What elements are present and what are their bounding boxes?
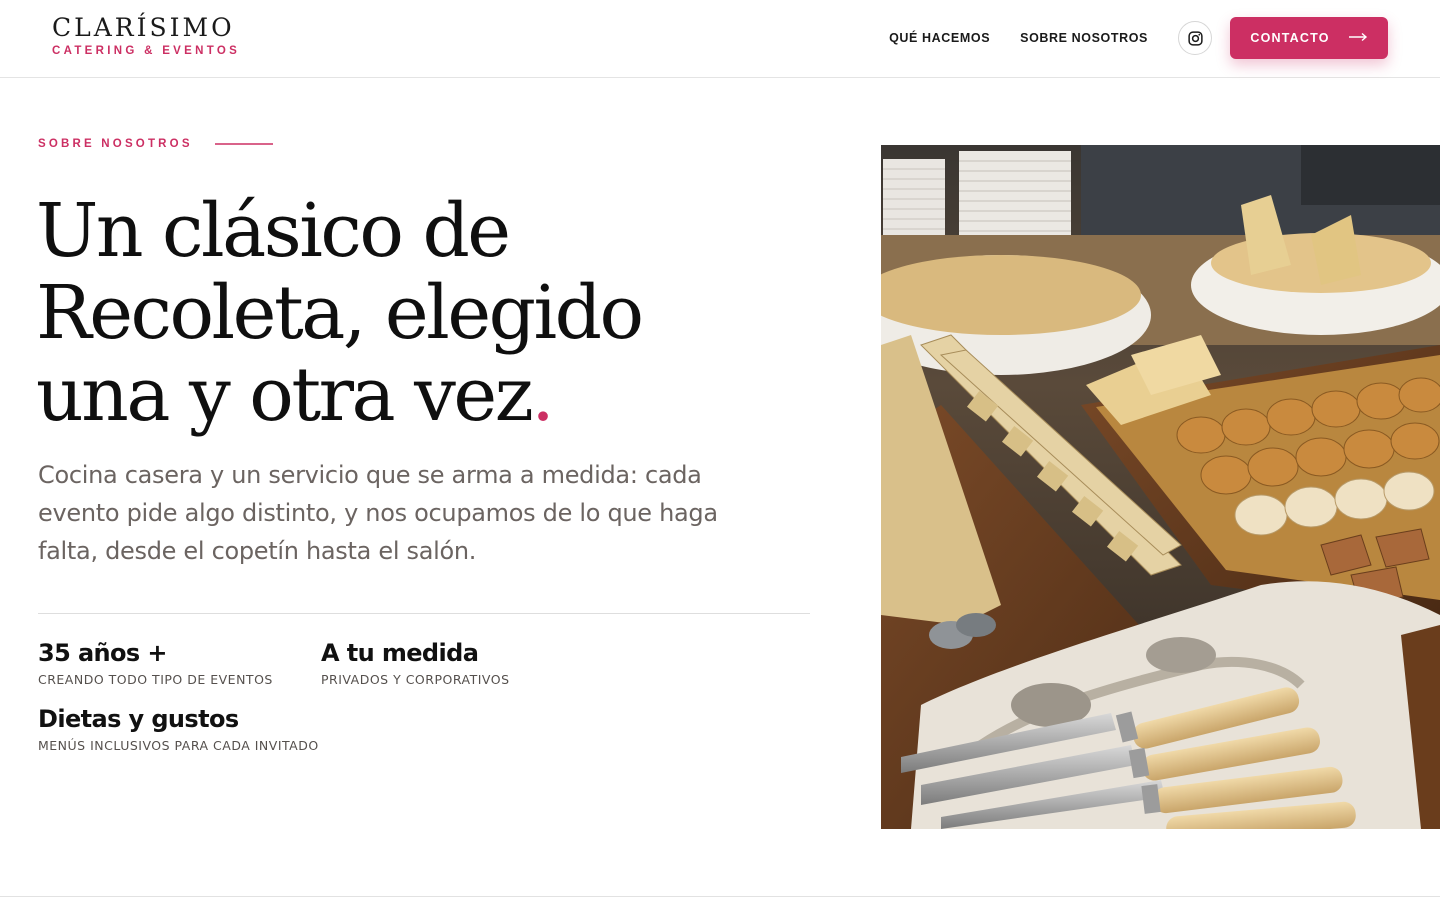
headline-line: Recoleta, elegido bbox=[36, 270, 644, 356]
stat-item: Dietas y gustos MENÚS INCLUSIVOS PARA CA… bbox=[38, 704, 319, 753]
stat-item: A tu medida PRIVADOS Y CORPORATIVOS bbox=[321, 638, 510, 687]
nav-link-sobre-nosotros[interactable]: SOBRE NOSOTROS bbox=[1020, 31, 1148, 45]
contact-button-label: CONTACTO bbox=[1250, 31, 1330, 45]
stat-subtitle: PRIVADOS Y CORPORATIVOS bbox=[321, 672, 510, 687]
brand-logo[interactable]: CLARÍSIMO CATERING & EVENTOS bbox=[52, 12, 240, 57]
headline-accent-dot: . bbox=[531, 352, 555, 438]
arrow-right-icon bbox=[1348, 31, 1368, 45]
nav-link-que-hacemos[interactable]: QUÉ HACEMOS bbox=[889, 31, 990, 45]
stat-title: A tu medida bbox=[321, 639, 479, 667]
section-eyebrow: SOBRE NOSOTROS bbox=[38, 138, 273, 150]
hero-headline: Un clásico de Recoleta, elegido una y ot… bbox=[36, 190, 796, 436]
headline-line: Un clásico de bbox=[36, 188, 511, 274]
catering-photo bbox=[881, 145, 1440, 829]
contact-button[interactable]: CONTACTO bbox=[1230, 17, 1388, 59]
site-header: CLARÍSIMO CATERING & EVENTOS QUÉ HACEMOS… bbox=[0, 0, 1440, 78]
stats-divider bbox=[38, 613, 810, 614]
eyebrow-divider bbox=[214, 143, 273, 145]
section-bottom-border bbox=[0, 896, 1440, 897]
headline-line: una y otra vez bbox=[36, 352, 534, 438]
brand-tagline: CATERING & EVENTOS bbox=[52, 45, 241, 57]
brand-name: CLARÍSIMO bbox=[52, 13, 235, 42]
stat-subtitle: MENÚS INCLUSIVOS PARA CADA INVITADO bbox=[38, 738, 319, 753]
plate-stack bbox=[883, 151, 1071, 249]
stat-item: 35 años + CREANDO TODO TIPO DE EVENTOS bbox=[38, 638, 273, 687]
stat-title: Dietas y gustos bbox=[38, 705, 239, 733]
instagram-button[interactable] bbox=[1178, 21, 1212, 55]
instagram-icon bbox=[1187, 30, 1203, 46]
hero-lead: Cocina casera y un servicio que se arma … bbox=[38, 461, 718, 565]
eyebrow-label: SOBRE NOSOTROS bbox=[38, 138, 193, 150]
stat-title: 35 años + bbox=[38, 639, 167, 667]
main-nav: QUÉ HACEMOS SOBRE NOSOTROS CONTACTO bbox=[889, 17, 1388, 59]
stat-subtitle: CREANDO TODO TIPO DE EVENTOS bbox=[38, 672, 273, 687]
